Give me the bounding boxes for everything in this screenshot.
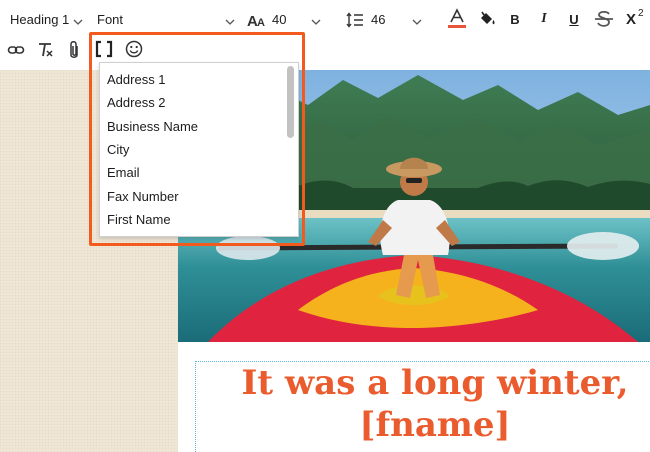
merge-tag-item-email[interactable]: Email (107, 165, 140, 181)
text-color-button[interactable] (446, 8, 468, 30)
paint-bucket-icon (481, 11, 495, 25)
italic-button[interactable]: I (534, 9, 554, 29)
heading-select[interactable]: Heading 1 (6, 10, 86, 30)
dropdown-scrollbar[interactable] (287, 66, 294, 138)
headline-text[interactable]: It was a long winter, [fname] (205, 362, 650, 446)
chevron-down-icon (311, 19, 321, 25)
font-select[interactable]: Font (92, 10, 240, 30)
headline-line-2: [fname] (359, 405, 511, 445)
font-size-select[interactable]: 40 (270, 10, 326, 30)
strikethrough-button[interactable] (592, 7, 616, 31)
heading-select-label: Heading 1 (10, 12, 70, 27)
paperclip-icon (70, 41, 78, 58)
clear-format-button[interactable] (35, 40, 55, 60)
font-select-label: Font (97, 12, 124, 27)
text-color-icon (448, 8, 466, 28)
line-height-value: 46 (371, 12, 386, 27)
merge-tag-item-address-2[interactable]: Address 2 (107, 95, 166, 111)
superscript-exponent: 2 (638, 8, 644, 19)
line-height-select[interactable]: 46 (369, 10, 427, 30)
strikethrough-icon (595, 10, 613, 27)
chevron-down-icon (412, 19, 422, 25)
font-size-icon: A A (247, 10, 267, 30)
headline-line-1: It was a long winter, (241, 363, 629, 403)
chevron-down-icon (225, 19, 235, 25)
merge-tag-item-address-1[interactable]: Address 1 (107, 72, 166, 88)
link-button[interactable] (6, 40, 26, 60)
merge-tag-item-fax-number[interactable]: Fax Number (107, 189, 179, 205)
italic-icon: I (541, 11, 547, 26)
bold-button[interactable]: B (505, 9, 525, 29)
highlight-color-button[interactable] (476, 8, 498, 30)
attachment-button[interactable] (64, 39, 84, 61)
chevron-down-icon (73, 19, 83, 25)
superscript-icon: X (626, 11, 637, 28)
bold-icon: B (510, 11, 520, 27)
underline-button[interactable]: U (564, 9, 584, 29)
superscript-button[interactable]: X 2 (624, 8, 648, 30)
line-height-icon (345, 10, 365, 30)
underline-icon: U (569, 11, 579, 27)
merge-tag-item-city[interactable]: City (107, 142, 129, 158)
merge-tag-item-business-name[interactable]: Business Name (107, 119, 198, 135)
merge-tag-dropdown: Address 1 Address 2 Business Name City E… (99, 62, 299, 237)
clear-format-icon (39, 43, 53, 57)
merge-tag-item-first-name[interactable]: First Name (107, 212, 171, 228)
svg-text:A: A (257, 17, 265, 29)
font-size-value: 40 (272, 12, 287, 27)
link-icon (7, 46, 25, 54)
